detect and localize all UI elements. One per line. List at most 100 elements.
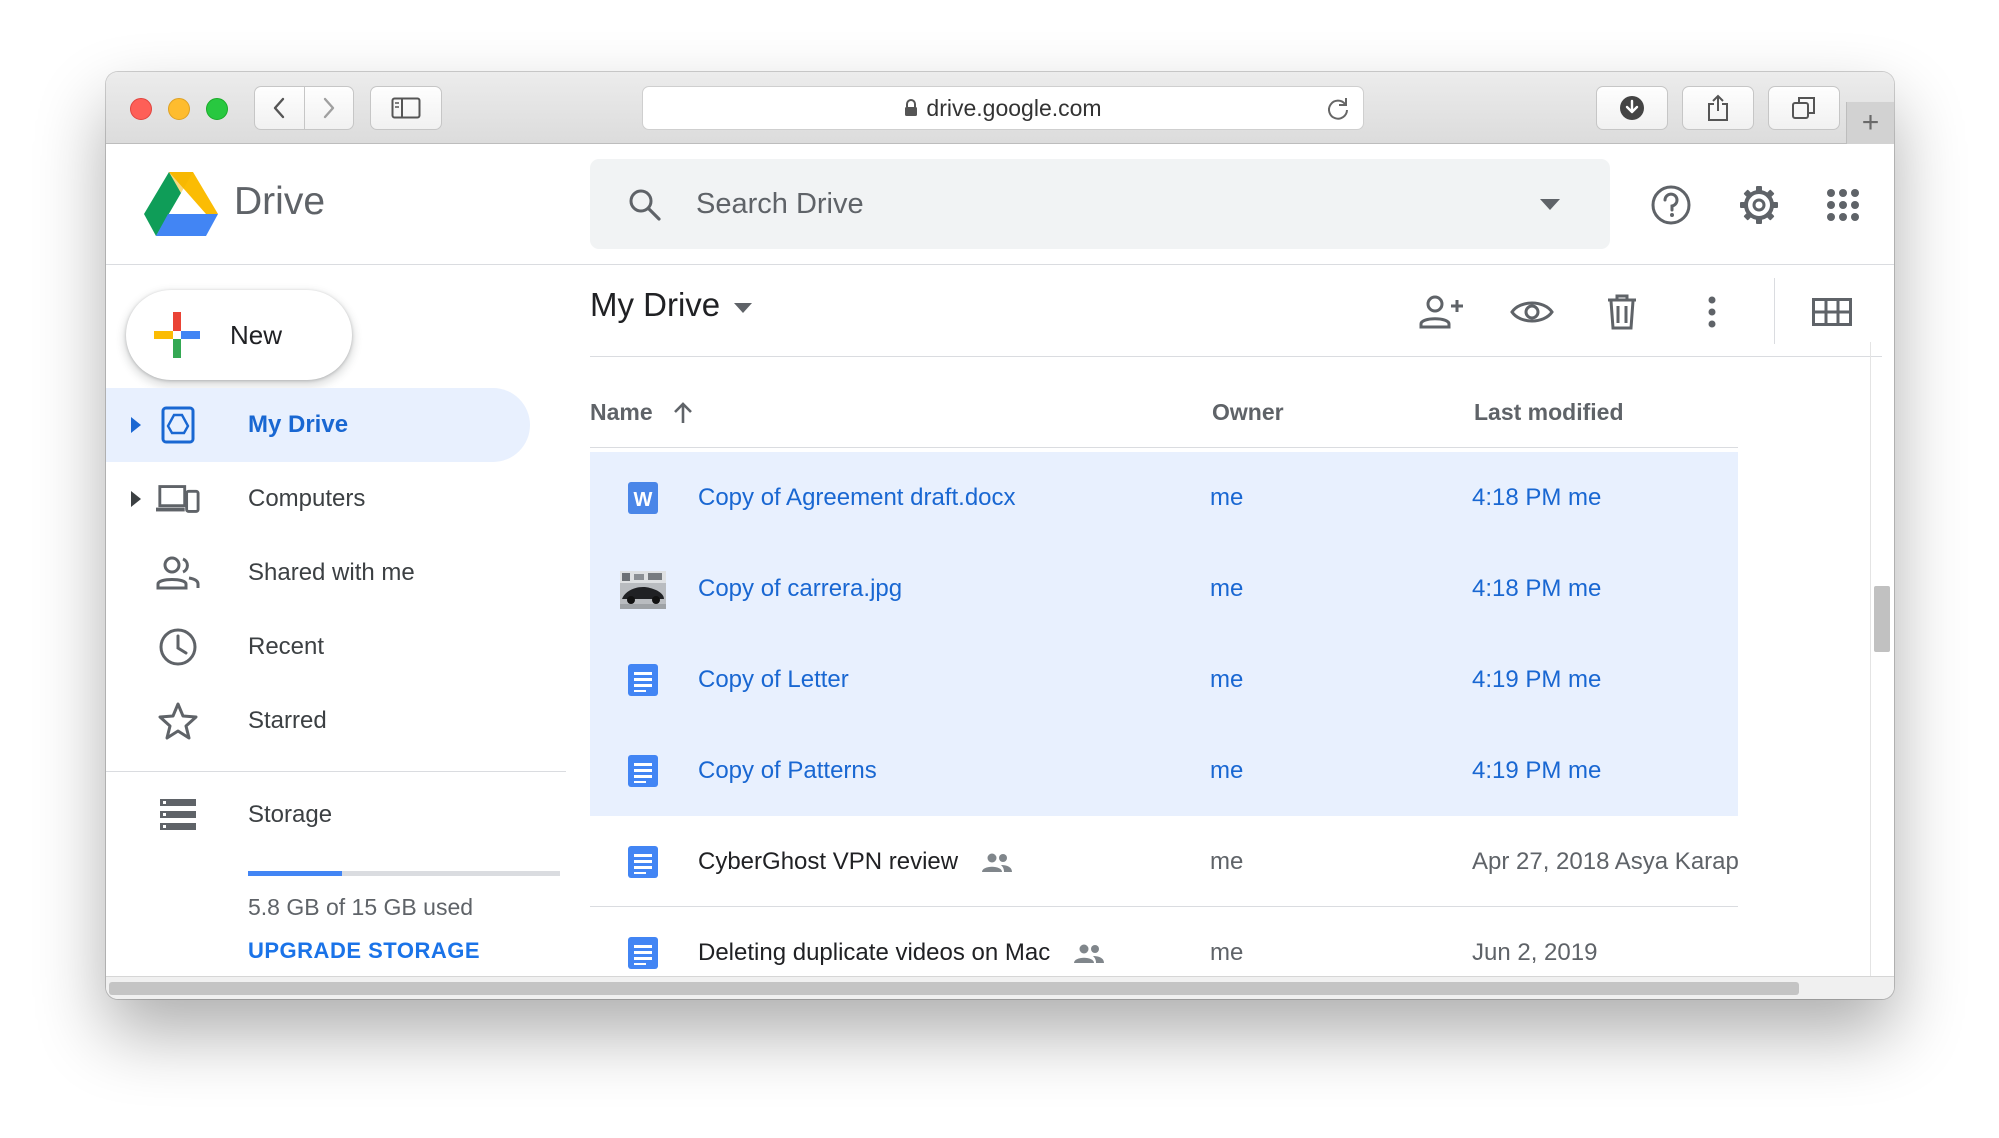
sidebar-item-computers[interactable]: Computers bbox=[106, 462, 530, 536]
docs-file-icon bbox=[628, 755, 658, 787]
more-vert-icon bbox=[1708, 296, 1716, 328]
main-content: My Drive Name Owner Last modified W Copy… bbox=[590, 266, 1882, 976]
downloads-button[interactable] bbox=[1596, 86, 1668, 130]
apps-button[interactable] bbox=[1820, 182, 1866, 228]
sidebar-item-storage[interactable]: Storage bbox=[106, 778, 530, 852]
download-icon bbox=[1620, 96, 1644, 120]
close-window-button[interactable] bbox=[130, 98, 152, 120]
docs-file-icon bbox=[628, 846, 658, 878]
my-drive-icon bbox=[156, 405, 200, 445]
table-row[interactable]: Deleting duplicate videos on Mac me Jun … bbox=[590, 907, 1738, 976]
eye-icon bbox=[1510, 301, 1554, 323]
forward-button[interactable] bbox=[305, 87, 354, 129]
table-row[interactable]: Copy of carrera.jpg me 4:18 PM me bbox=[590, 543, 1738, 634]
tabs-icon bbox=[1792, 97, 1815, 119]
file-name-wrap: Deleting duplicate videos on Mac bbox=[698, 939, 1105, 967]
storage-usage-text: 5.8 GB of 15 GB used bbox=[248, 894, 474, 920]
sidebar-item-shared-with-me[interactable]: Shared with me bbox=[106, 536, 530, 610]
colorful-plus-icon bbox=[154, 312, 200, 358]
reload-icon[interactable] bbox=[1325, 96, 1351, 122]
chevron-left-icon bbox=[274, 97, 285, 119]
file-owner: me bbox=[1210, 757, 1244, 784]
table-row[interactable]: Copy of Patterns me 4:19 PM me bbox=[590, 725, 1738, 816]
chevron-right-icon bbox=[323, 97, 334, 119]
file-owner: me bbox=[1210, 848, 1244, 875]
star-icon bbox=[156, 701, 200, 741]
share-icon bbox=[1708, 94, 1728, 121]
share-file-button[interactable] bbox=[1416, 286, 1468, 338]
add-person-icon bbox=[1419, 295, 1463, 329]
sidebar-item-label: Computers bbox=[248, 485, 366, 512]
docs-file-icon bbox=[628, 937, 658, 969]
sidebar-item-label: Shared with me bbox=[248, 559, 415, 586]
column-header-name-label: Name bbox=[590, 399, 653, 425]
search-icon[interactable] bbox=[628, 188, 662, 222]
share-button[interactable] bbox=[1682, 86, 1754, 130]
computers-icon bbox=[156, 479, 200, 519]
column-header-name[interactable]: Name bbox=[590, 399, 695, 426]
horizontal-scrollbar[interactable] bbox=[109, 982, 1799, 995]
file-name: Copy of Agreement draft.docx bbox=[698, 484, 1016, 511]
drive-brand-text[interactable]: Drive bbox=[234, 180, 325, 224]
column-header-last-modified[interactable]: Last modified bbox=[1474, 399, 1624, 426]
file-last-modified: Apr 27, 2018 Asya Karapetyan bbox=[1472, 848, 1738, 875]
column-header-owner[interactable]: Owner bbox=[1212, 399, 1284, 426]
file-name-wrap: CyberGhost VPN review bbox=[698, 848, 1013, 876]
file-name: CyberGhost VPN review bbox=[698, 848, 959, 875]
file-name: Copy of carrera.jpg bbox=[698, 575, 903, 602]
lock-icon bbox=[905, 99, 918, 116]
back-button[interactable] bbox=[255, 87, 305, 129]
more-actions-button[interactable] bbox=[1686, 286, 1738, 338]
column-header-divider bbox=[590, 447, 1738, 448]
sidebar: New My Drive Computers Shared with me Re… bbox=[106, 266, 566, 976]
vertical-scrollbar[interactable] bbox=[1874, 586, 1890, 652]
svg-text:W: W bbox=[634, 489, 653, 511]
upgrade-storage-link[interactable]: UPGRADE STORAGE bbox=[248, 938, 480, 964]
expand-arrow-icon[interactable] bbox=[130, 490, 142, 508]
docs-file-icon bbox=[628, 664, 658, 696]
preview-button[interactable] bbox=[1506, 286, 1558, 338]
settings-button[interactable] bbox=[1736, 182, 1782, 228]
drive-header: Drive bbox=[106, 144, 1894, 265]
sort-ascending-icon[interactable] bbox=[671, 401, 695, 425]
delete-button[interactable] bbox=[1596, 286, 1648, 338]
horizontal-scrollbar-track bbox=[106, 976, 1894, 999]
file-last-modified: Jun 2, 2019 bbox=[1472, 939, 1598, 966]
vertical-scroll-track bbox=[1870, 342, 1871, 976]
search-input[interactable] bbox=[696, 181, 1496, 227]
zoom-window-button[interactable] bbox=[206, 98, 228, 120]
chevron-down-icon bbox=[734, 303, 753, 313]
sidebar-toggle-button[interactable] bbox=[370, 86, 442, 130]
file-owner: me bbox=[1210, 939, 1244, 966]
browser-window: drive.google.com + Drive Search Drive Ne… bbox=[106, 72, 1894, 999]
screenshot-scene: drive.google.com + Drive Search Drive Ne… bbox=[0, 0, 1999, 1138]
sidebar-item-starred[interactable]: Starred bbox=[106, 684, 530, 758]
url-text: drive.google.com bbox=[926, 94, 1102, 121]
sidebar-item-label: My Drive bbox=[248, 411, 349, 438]
minimize-window-button[interactable] bbox=[168, 98, 190, 120]
file-last-modified: 4:18 PM me bbox=[1472, 575, 1602, 602]
my-drive-title-dropdown[interactable]: My Drive bbox=[590, 286, 753, 324]
table-row[interactable]: W Copy of Agreement draft.docx me 4:18 P… bbox=[590, 452, 1738, 543]
shared-people-icon bbox=[1073, 944, 1104, 963]
grid-view-button[interactable] bbox=[1806, 286, 1858, 338]
new-button[interactable]: New bbox=[126, 290, 352, 380]
grid-view-icon bbox=[1812, 298, 1852, 326]
help-button[interactable] bbox=[1648, 182, 1694, 228]
tab-overview-button[interactable] bbox=[1768, 86, 1840, 130]
plus-icon: + bbox=[1861, 106, 1880, 139]
drive-logo-icon[interactable] bbox=[144, 172, 218, 238]
table-row[interactable]: CyberGhost VPN review me Apr 27, 2018 As… bbox=[590, 816, 1738, 907]
table-row[interactable]: Copy of Letter me 4:19 PM me bbox=[590, 634, 1738, 725]
new-tab-button[interactable]: + bbox=[1846, 102, 1894, 144]
address-bar[interactable]: drive.google.com bbox=[642, 86, 1364, 130]
page-title: My Drive bbox=[590, 286, 721, 323]
file-name: Deleting duplicate videos on Mac bbox=[698, 939, 1051, 966]
sidebar-item-recent[interactable]: Recent bbox=[106, 610, 530, 684]
sidebar-item-my-drive[interactable]: My Drive bbox=[106, 388, 530, 462]
clock-icon bbox=[156, 627, 200, 667]
expand-arrow-icon[interactable] bbox=[130, 416, 142, 434]
sidebar-item-label: Starred bbox=[248, 707, 327, 734]
search-options-icon[interactable] bbox=[1540, 199, 1560, 211]
sidebar-icon bbox=[391, 97, 421, 119]
